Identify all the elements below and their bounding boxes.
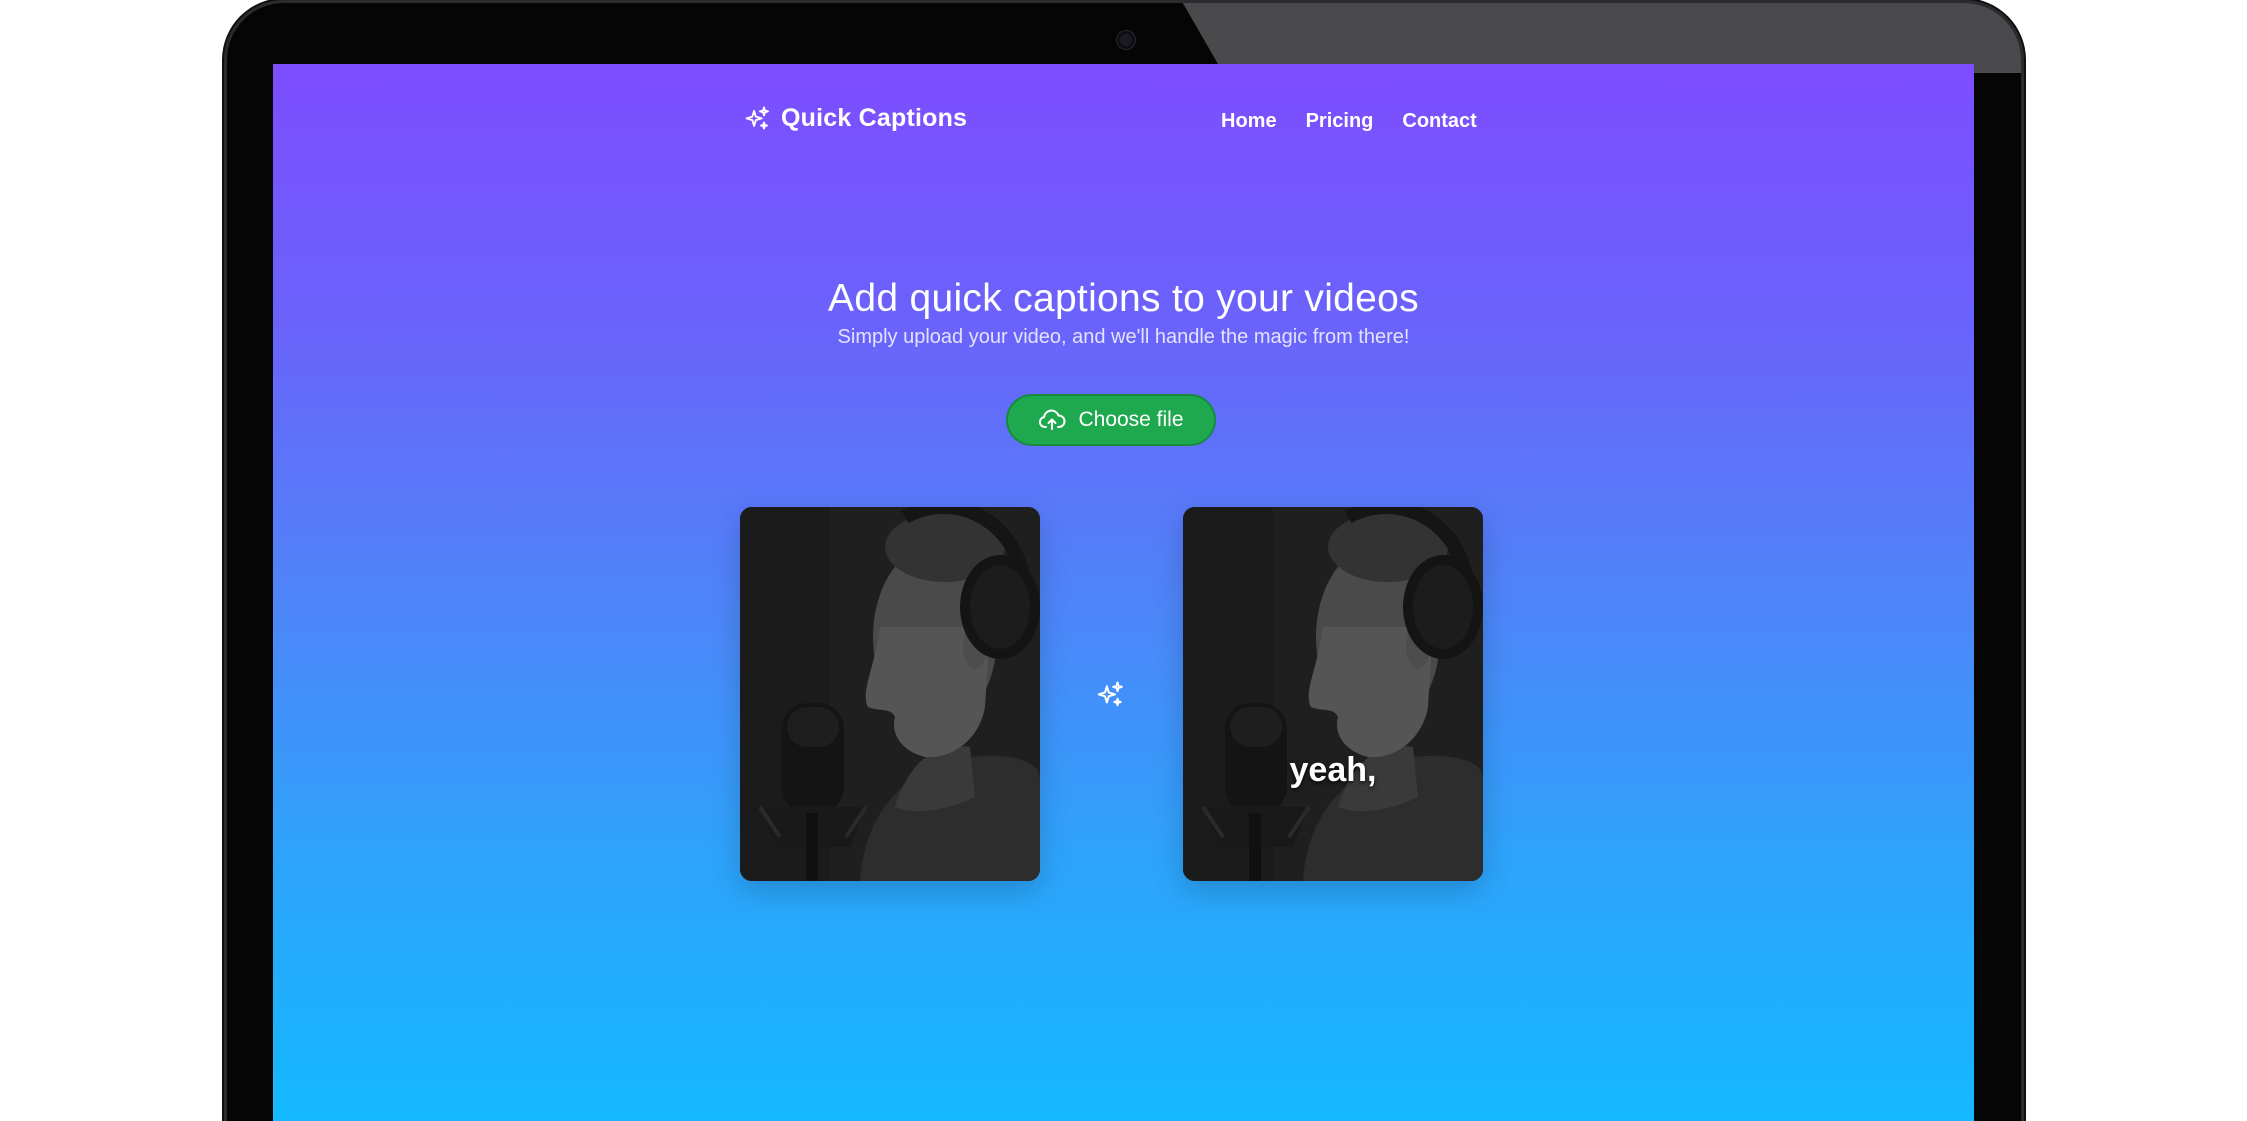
captioned-video-preview[interactable]: yeah,	[1183, 507, 1483, 881]
brand-logo[interactable]: Quick Captions	[743, 104, 967, 133]
bezel-reflection	[1177, 3, 2021, 73]
hero-title: Add quick captions to your videos	[828, 277, 1419, 320]
camera-icon	[1117, 31, 1135, 49]
device-mockup: Quick Captions Home Pricing Contact Add …	[0, 0, 2247, 1121]
nav-home[interactable]: Home	[1221, 110, 1277, 133]
choose-file-label: Choose file	[1078, 408, 1184, 431]
cloud-upload-icon	[1038, 408, 1066, 432]
nav-contact[interactable]: Contact	[1402, 110, 1476, 133]
main-nav: Home Pricing Contact	[1221, 110, 1477, 133]
podcast-scene-image	[740, 507, 1040, 881]
video-caption: yeah,	[1289, 751, 1377, 789]
choose-file-button[interactable]: Choose file	[1006, 394, 1216, 446]
hero-subtitle: Simply upload your video, and we'll hand…	[837, 326, 1410, 348]
nav-pricing[interactable]: Pricing	[1306, 110, 1374, 133]
sparkles-icon	[743, 105, 771, 133]
podcast-scene-image	[1183, 507, 1483, 881]
original-video-preview[interactable]	[740, 507, 1040, 881]
brand-name: Quick Captions	[781, 104, 968, 132]
sparkles-icon	[1095, 680, 1125, 715]
landing-page: Quick Captions Home Pricing Contact Add …	[273, 64, 1974, 1121]
